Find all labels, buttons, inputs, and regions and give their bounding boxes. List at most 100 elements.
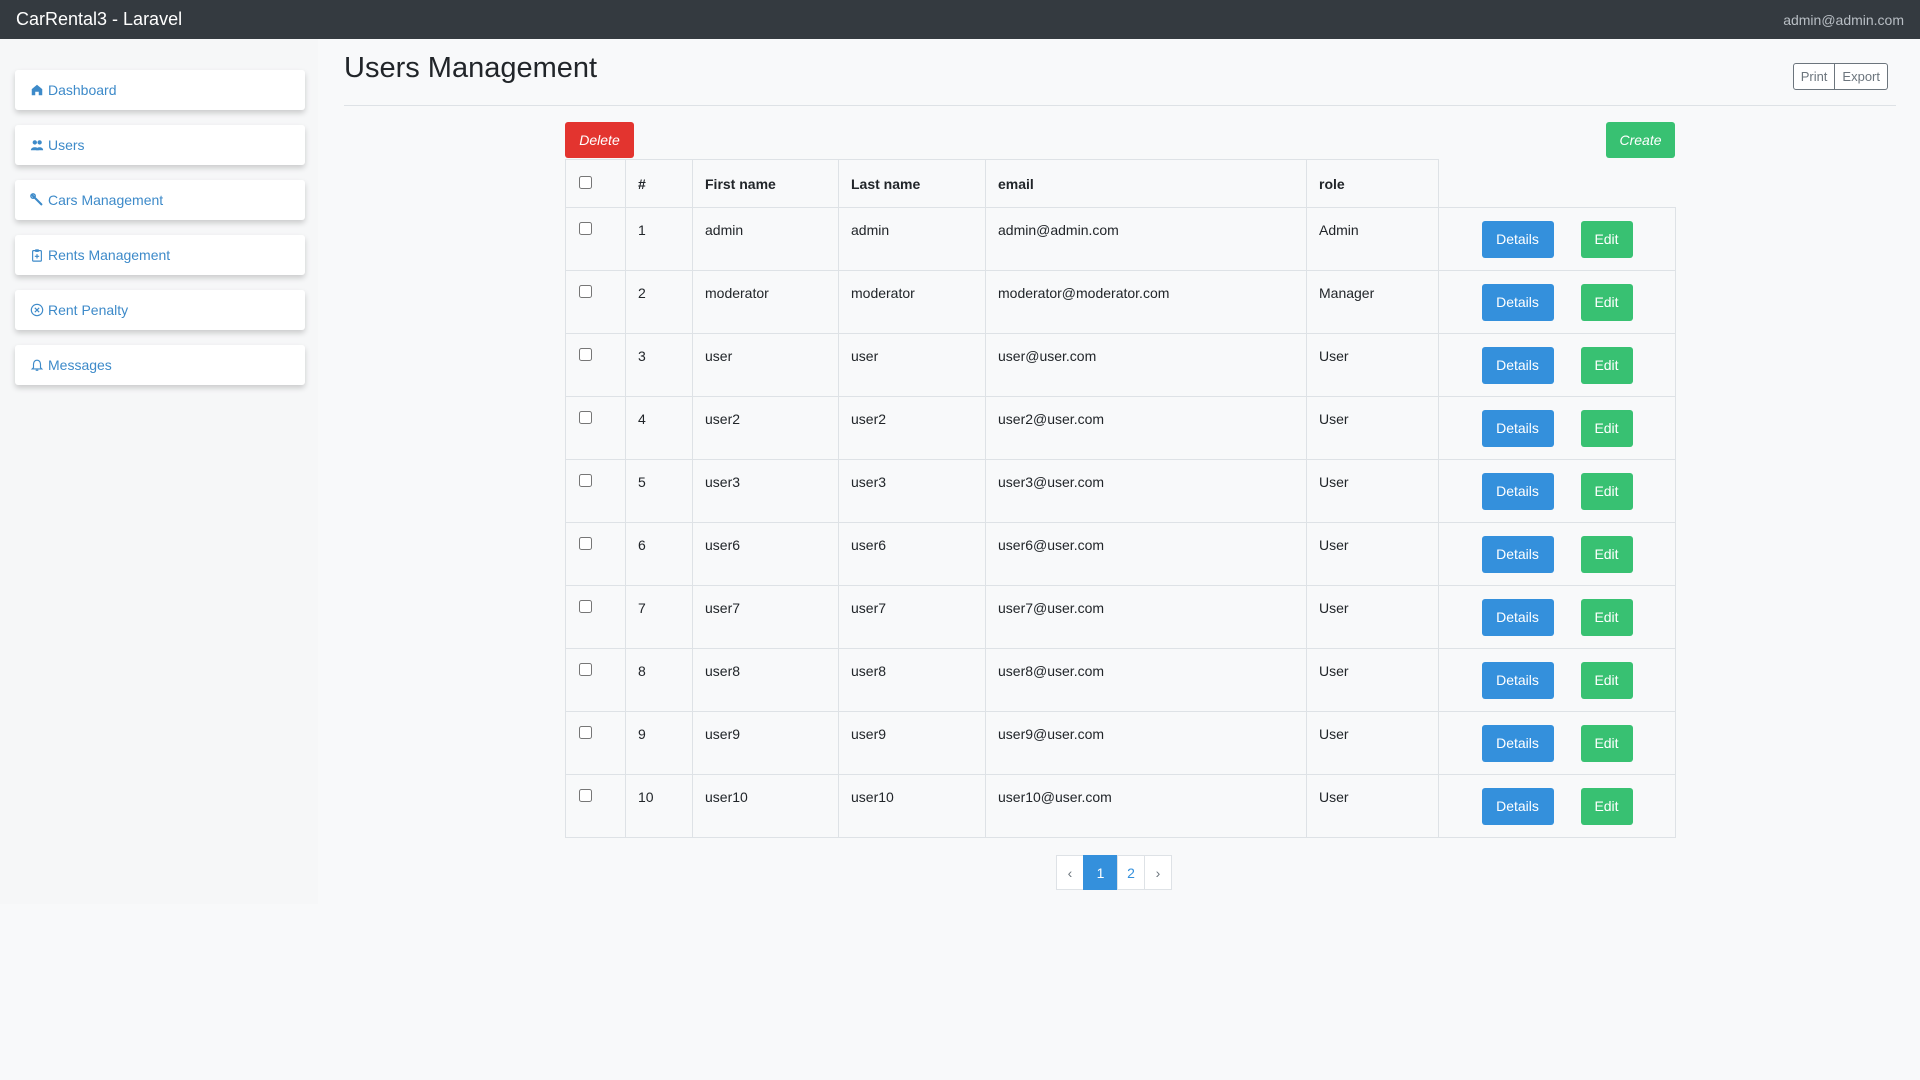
sidebar-item-messages[interactable]: Messages: [15, 345, 305, 385]
header-first-name: First name: [692, 159, 839, 208]
details-button[interactable]: Details: [1481, 220, 1554, 258]
cell-actions: Details Edit: [1438, 459, 1676, 523]
export-button[interactable]: Export: [1835, 63, 1888, 90]
edit-button[interactable]: Edit: [1580, 598, 1633, 636]
header-email: email: [985, 159, 1307, 208]
row-select-cell: [565, 711, 626, 775]
delete-button[interactable]: Delete: [565, 122, 634, 158]
users-icon: [30, 140, 44, 151]
user-email[interactable]: admin@admin.com: [1783, 12, 1904, 28]
cell-role: User: [1306, 711, 1439, 775]
cell-first-name: user10: [692, 774, 839, 838]
row-checkbox[interactable]: [579, 474, 592, 487]
row-checkbox[interactable]: [579, 789, 592, 802]
row-checkbox[interactable]: [579, 348, 592, 361]
details-button[interactable]: Details: [1481, 472, 1554, 510]
row-checkbox[interactable]: [579, 663, 592, 676]
row-select-cell: [565, 270, 626, 334]
cell-role: Manager: [1306, 270, 1439, 334]
row-select-cell: [565, 648, 626, 712]
row-checkbox[interactable]: [579, 411, 592, 424]
details-button[interactable]: Details: [1481, 661, 1554, 699]
row-checkbox[interactable]: [579, 600, 592, 613]
table-row: 5 user3 user3 user3@user.com User Details Edit: [565, 459, 1676, 523]
details-button[interactable]: Details: [1481, 535, 1554, 573]
row-checkbox[interactable]: [579, 537, 592, 550]
cell-id: 8: [625, 648, 693, 712]
cell-last-name: user8: [838, 648, 986, 712]
row-checkbox[interactable]: [579, 726, 592, 739]
cell-actions: Details Edit: [1438, 270, 1676, 334]
cell-role: User: [1306, 585, 1439, 649]
details-button[interactable]: Details: [1481, 724, 1554, 762]
pagination: ‹ 1 2 ›: [1056, 855, 1172, 890]
pagination-next[interactable]: ›: [1144, 855, 1172, 890]
edit-button[interactable]: Edit: [1580, 472, 1633, 510]
cell-role: User: [1306, 459, 1439, 523]
row-checkbox[interactable]: [579, 222, 592, 235]
cell-id: 1: [625, 207, 693, 271]
create-button[interactable]: Create: [1606, 122, 1675, 158]
cell-first-name: user7: [692, 585, 839, 649]
header-last-name: Last name: [838, 159, 986, 208]
cell-role: User: [1306, 333, 1439, 397]
cell-last-name: moderator: [838, 270, 986, 334]
home-icon: [31, 84, 43, 96]
cell-role: User: [1306, 522, 1439, 586]
table-row: 10 user10 user10 user10@user.com User Details…: [565, 774, 1676, 838]
cell-email: user2@user.com: [985, 396, 1307, 460]
details-button[interactable]: Details: [1481, 283, 1554, 321]
cell-role: User: [1306, 774, 1439, 838]
details-button[interactable]: Details: [1481, 598, 1554, 636]
cell-role: User: [1306, 648, 1439, 712]
table-row: 4 user2 user2 user2@user.com User Details Edit: [565, 396, 1676, 460]
cell-first-name: user8: [692, 648, 839, 712]
details-button[interactable]: Details: [1481, 409, 1554, 447]
cell-email: user@user.com: [985, 333, 1307, 397]
pagination-page-1[interactable]: 1: [1083, 855, 1118, 890]
cell-first-name: user3: [692, 459, 839, 523]
sidebar-item-dashboard[interactable]: Dashboard: [15, 70, 305, 110]
cell-email: user10@user.com: [985, 774, 1307, 838]
brand-title[interactable]: CarRental3 - Laravel: [16, 9, 182, 30]
row-select-cell: [565, 585, 626, 649]
header-actions: [1438, 159, 1676, 208]
sidebar-item-label: Rents Management: [48, 247, 171, 263]
details-button[interactable]: Details: [1481, 787, 1554, 825]
row-select-cell: [565, 774, 626, 838]
row-checkbox[interactable]: [579, 285, 592, 298]
cell-actions: Details Edit: [1438, 522, 1676, 586]
edit-button[interactable]: Edit: [1580, 787, 1633, 825]
pagination-prev[interactable]: ‹: [1056, 855, 1084, 890]
edit-button[interactable]: Edit: [1580, 409, 1633, 447]
bell-icon: [30, 359, 44, 371]
cell-email: user9@user.com: [985, 711, 1307, 775]
edit-button[interactable]: Edit: [1580, 220, 1633, 258]
cell-email: user3@user.com: [985, 459, 1307, 523]
cell-last-name: user10: [838, 774, 986, 838]
pagination-page-2[interactable]: 2: [1117, 855, 1145, 890]
cell-last-name: user9: [838, 711, 986, 775]
print-button[interactable]: Print: [1792, 63, 1836, 90]
edit-button[interactable]: Edit: [1580, 661, 1633, 699]
sidebar-item-rents-management[interactable]: Rents Management: [15, 235, 305, 275]
cell-actions: Details Edit: [1438, 648, 1676, 712]
edit-button[interactable]: Edit: [1580, 346, 1633, 384]
details-button[interactable]: Details: [1481, 346, 1554, 384]
edit-button[interactable]: Edit: [1580, 535, 1633, 573]
cell-id: 2: [625, 270, 693, 334]
sidebar: Dashboard Users Cars Management Rents Ma…: [15, 70, 305, 400]
cell-last-name: user: [838, 333, 986, 397]
sidebar-item-users[interactable]: Users: [15, 125, 305, 165]
cell-id: 6: [625, 522, 693, 586]
sidebar-item-cars-management[interactable]: Cars Management: [15, 180, 305, 220]
cell-last-name: admin: [838, 207, 986, 271]
select-all-checkbox[interactable]: [579, 175, 592, 189]
edit-button[interactable]: Edit: [1580, 283, 1633, 321]
table-row: 9 user9 user9 user9@user.com User Details Edit: [565, 711, 1676, 775]
sidebar-item-rent-penalty[interactable]: Rent Penalty: [15, 290, 305, 330]
cell-role: Admin: [1306, 207, 1439, 271]
toolbar-button-group: Print Export: [1792, 63, 1888, 90]
cell-last-name: user7: [838, 585, 986, 649]
edit-button[interactable]: Edit: [1580, 724, 1633, 762]
